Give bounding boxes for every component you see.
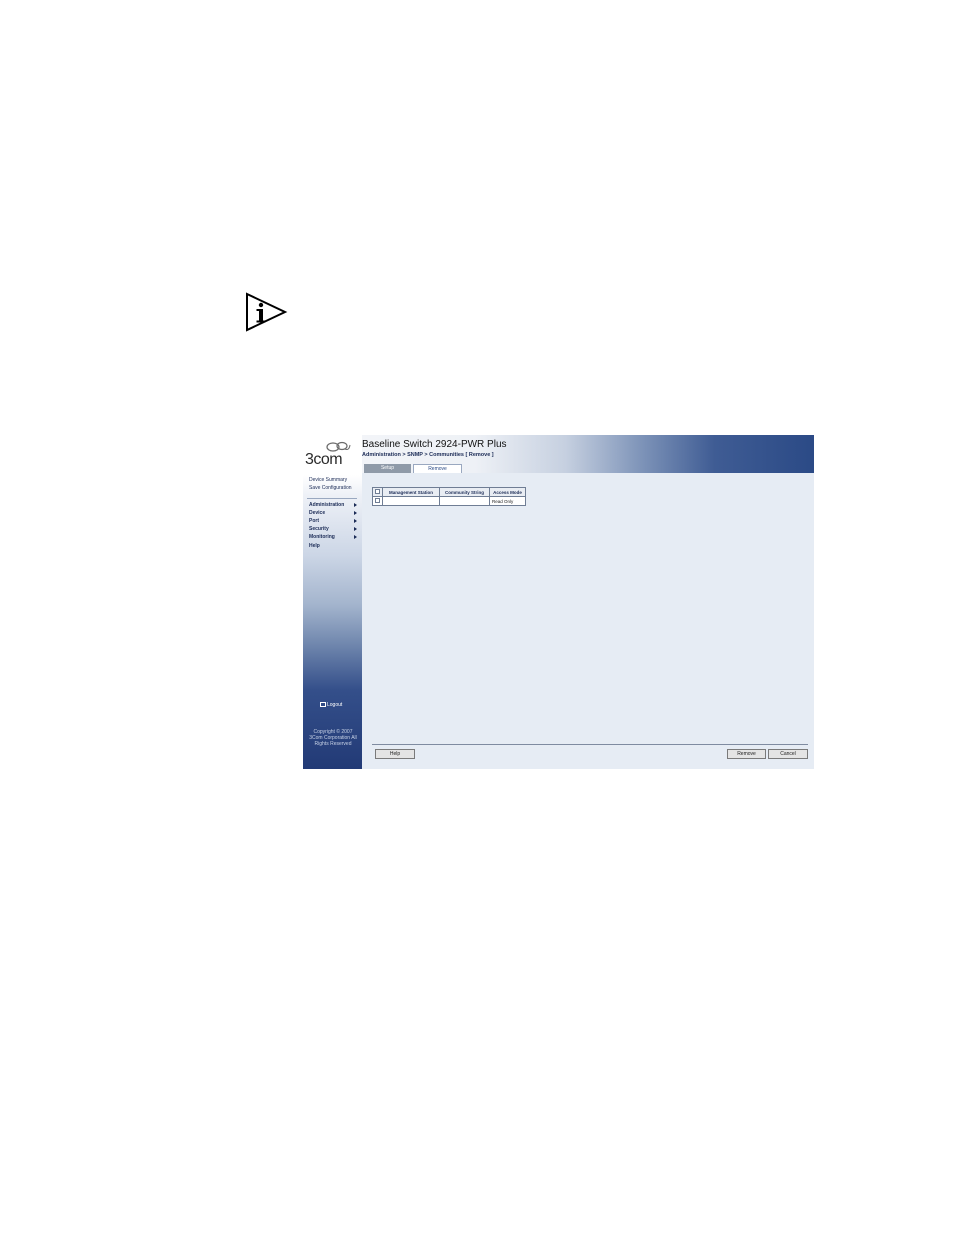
logo-text: 3com [305,451,343,468]
sidebar-item-port[interactable]: Port [309,518,319,524]
tab-setup[interactable]: Setup [364,464,411,473]
help-button[interactable]: Help [375,749,415,759]
copyright-text: Copyright © 2007 3Com Corporation All Ri… [309,729,357,747]
row-checkbox[interactable] [375,498,380,503]
sidebar-link-device-summary[interactable]: Device Summary [309,477,347,483]
table-row: Read Only [372,496,526,506]
chevron-right-icon [354,503,357,507]
sidebar-link-save-configuration[interactable]: Save Configuration [309,485,352,491]
select-all-checkbox[interactable] [375,489,380,494]
footer-divider [372,744,808,745]
main-content: Management Station Community String Acce… [362,473,814,769]
header: Baseline Switch 2924-PWR Plus Administra… [362,435,814,473]
logout-button[interactable]: Logout [320,702,342,708]
sidebar-item-help[interactable]: Help [309,543,320,549]
column-header-community-string: Community String [439,487,490,497]
logout-icon [320,702,326,708]
column-header-access-mode: Access Mode [489,487,526,497]
remove-button[interactable]: Remove [727,749,766,759]
select-all-cell [372,487,383,497]
cancel-button[interactable]: Cancel [768,749,808,759]
cell-community-string [439,496,490,506]
info-note-icon [246,292,288,332]
app-title: Baseline Switch 2924-PWR Plus [362,439,507,450]
row-select-cell [372,496,383,506]
cell-access-mode: Read Only [489,496,526,506]
chevron-right-icon [354,535,357,539]
sidebar-item-security[interactable]: Security [309,526,329,532]
tab-remove[interactable]: Remove [413,464,462,473]
sidebar: 3com Device Summary Save Configuration A… [303,435,362,769]
sidebar-item-monitoring[interactable]: Monitoring [309,534,335,540]
communities-table: Management Station Community String Acce… [372,487,526,506]
breadcrumb: Administration > SNMP > Communities [ Re… [362,452,494,458]
table-header-row: Management Station Community String Acce… [372,487,526,497]
chevron-right-icon [354,511,357,515]
column-header-management-station: Management Station [382,487,440,497]
sidebar-item-device[interactable]: Device [309,510,325,516]
switch-web-ui-screenshot: 3com Device Summary Save Configuration A… [303,435,814,769]
chevron-right-icon [354,519,357,523]
cell-management-station [382,496,440,506]
sidebar-divider [307,498,357,499]
chevron-right-icon [354,527,357,531]
sidebar-item-administration[interactable]: Administration [309,502,344,508]
logout-label: Logout [327,702,343,708]
